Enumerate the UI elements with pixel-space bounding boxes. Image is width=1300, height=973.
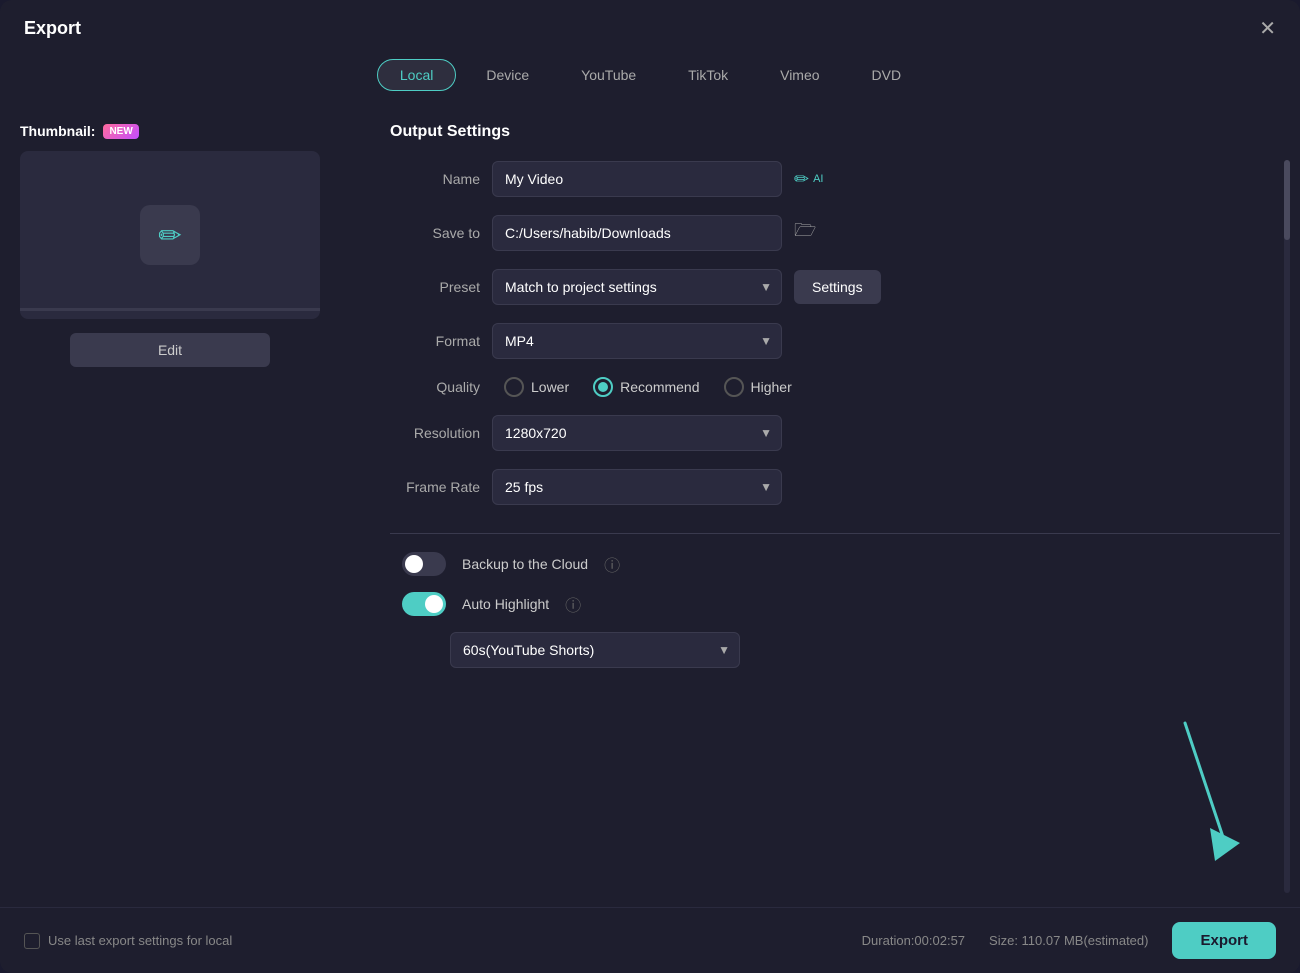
tab-local[interactable]: Local — [377, 59, 456, 91]
frame-rate-select[interactable]: 25 fps — [492, 469, 782, 505]
resolution-select-wrapper: 1280x720 ▼ — [492, 415, 782, 451]
tab-bar: Local Device YouTube TikTok Vimeo DVD — [0, 51, 1300, 107]
auto-highlight-label: Auto Highlight — [462, 596, 549, 612]
use-last-label: Use last export settings for local — [48, 933, 232, 948]
tab-dvd[interactable]: DVD — [850, 59, 924, 91]
resolution-select[interactable]: 1280x720 — [492, 415, 782, 451]
thumbnail-label-text: Thumbnail: — [20, 123, 95, 139]
scrollbar-track — [1284, 160, 1290, 893]
settings-button[interactable]: Settings — [794, 270, 881, 304]
divider — [390, 533, 1280, 534]
export-button[interactable]: Export — [1172, 922, 1276, 959]
name-input[interactable] — [492, 161, 782, 197]
pencil-icon: ✏ — [158, 219, 181, 252]
highlight-duration-select[interactable]: 60s(YouTube Shorts) — [450, 632, 740, 668]
resolution-label: Resolution — [390, 425, 480, 441]
format-row: Format MP4 ▼ — [390, 323, 1280, 359]
frame-rate-label: Frame Rate — [390, 479, 480, 495]
left-panel: Thumbnail: NEW ✏ Edit — [20, 107, 360, 907]
quality-recommend-label: Recommend — [620, 379, 699, 395]
tab-vimeo[interactable]: Vimeo — [758, 59, 841, 91]
auto-highlight-knob — [425, 595, 443, 613]
quality-recommend-inner — [598, 382, 608, 392]
frame-rate-row: Frame Rate 25 fps ▼ — [390, 469, 1280, 505]
backup-help-icon[interactable]: ⓘ — [604, 552, 620, 576]
auto-highlight-toggle[interactable] — [402, 592, 446, 616]
tab-device[interactable]: Device — [464, 59, 551, 91]
thumbnail-label: Thumbnail: NEW — [20, 123, 360, 139]
format-select[interactable]: MP4 — [492, 323, 782, 359]
preset-label: Preset — [390, 279, 480, 295]
backup-cloud-row: Backup to the Cloud ⓘ — [390, 552, 1280, 576]
footer: Use last export settings for local Durat… — [0, 907, 1300, 973]
folder-icon[interactable]: 🗁 — [794, 218, 816, 248]
preset-select[interactable]: Match to project settings — [492, 269, 782, 305]
quality-radio-group: Lower Recommend Higher — [504, 377, 792, 397]
backup-cloud-toggle[interactable] — [402, 552, 446, 576]
backup-cloud-label: Backup to the Cloud — [462, 556, 588, 572]
auto-highlight-help-icon[interactable]: ⓘ — [565, 592, 581, 616]
save-to-row: Save to 🗁 — [390, 215, 1280, 251]
use-last-checkbox[interactable] — [24, 933, 40, 949]
tab-youtube[interactable]: YouTube — [559, 59, 658, 91]
resolution-row: Resolution 1280x720 ▼ — [390, 415, 1280, 451]
duration-text: Duration:00:02:57 — [862, 933, 965, 948]
footer-info: Duration:00:02:57 Size: 110.07 MB(estima… — [862, 922, 1276, 959]
content-area: Thumbnail: NEW ✏ Edit Output Settings Na… — [0, 107, 1300, 907]
quality-label: Quality — [390, 379, 480, 395]
title-bar: Export ✕ — [0, 0, 1300, 51]
tab-tiktok[interactable]: TikTok — [666, 59, 750, 91]
new-badge: NEW — [103, 124, 138, 139]
quality-higher[interactable]: Higher — [724, 377, 792, 397]
quality-recommend-circle — [593, 377, 613, 397]
edit-button[interactable]: Edit — [70, 333, 270, 367]
ai-label: AI — [813, 173, 823, 185]
quality-lower-label: Lower — [531, 379, 569, 395]
quality-higher-circle — [724, 377, 744, 397]
save-to-input[interactable] — [492, 215, 782, 251]
section-title: Output Settings — [390, 123, 1280, 141]
close-button[interactable]: ✕ — [1259, 19, 1276, 39]
backup-cloud-knob — [405, 555, 423, 573]
thumbnail-icon: ✏ — [140, 205, 200, 265]
preset-select-wrapper: Match to project settings ▼ — [492, 269, 782, 305]
format-select-wrapper: MP4 ▼ — [492, 323, 782, 359]
scrollbar-thumb[interactable] — [1284, 160, 1290, 240]
name-row: Name ✏ AI — [390, 161, 1280, 197]
format-label: Format — [390, 333, 480, 349]
right-panel: Output Settings Name ✏ AI Save to 🗁 Pres… — [380, 107, 1280, 907]
ai-button[interactable]: ✏ AI — [794, 169, 824, 190]
preset-row: Preset Match to project settings ▼ Setti… — [390, 269, 1280, 305]
auto-highlight-row: Auto Highlight ⓘ — [390, 592, 1280, 616]
size-text: Size: 110.07 MB(estimated) — [989, 933, 1148, 948]
dialog-title: Export — [24, 18, 81, 39]
quality-recommend[interactable]: Recommend — [593, 377, 699, 397]
thumbnail-preview: ✏ — [20, 151, 320, 319]
frame-rate-select-wrapper: 25 fps ▼ — [492, 469, 782, 505]
save-to-label: Save to — [390, 225, 480, 241]
thumbnail-footer-bar — [20, 308, 320, 311]
use-last-settings: Use last export settings for local — [24, 933, 232, 949]
quality-row: Quality Lower Recommend Higher — [390, 377, 1280, 397]
quality-higher-label: Higher — [751, 379, 792, 395]
ai-icon: ✏ — [794, 169, 809, 190]
quality-lower[interactable]: Lower — [504, 377, 569, 397]
export-dialog: Export ✕ Local Device YouTube TikTok Vim… — [0, 0, 1300, 973]
name-label: Name — [390, 171, 480, 187]
quality-lower-circle — [504, 377, 524, 397]
